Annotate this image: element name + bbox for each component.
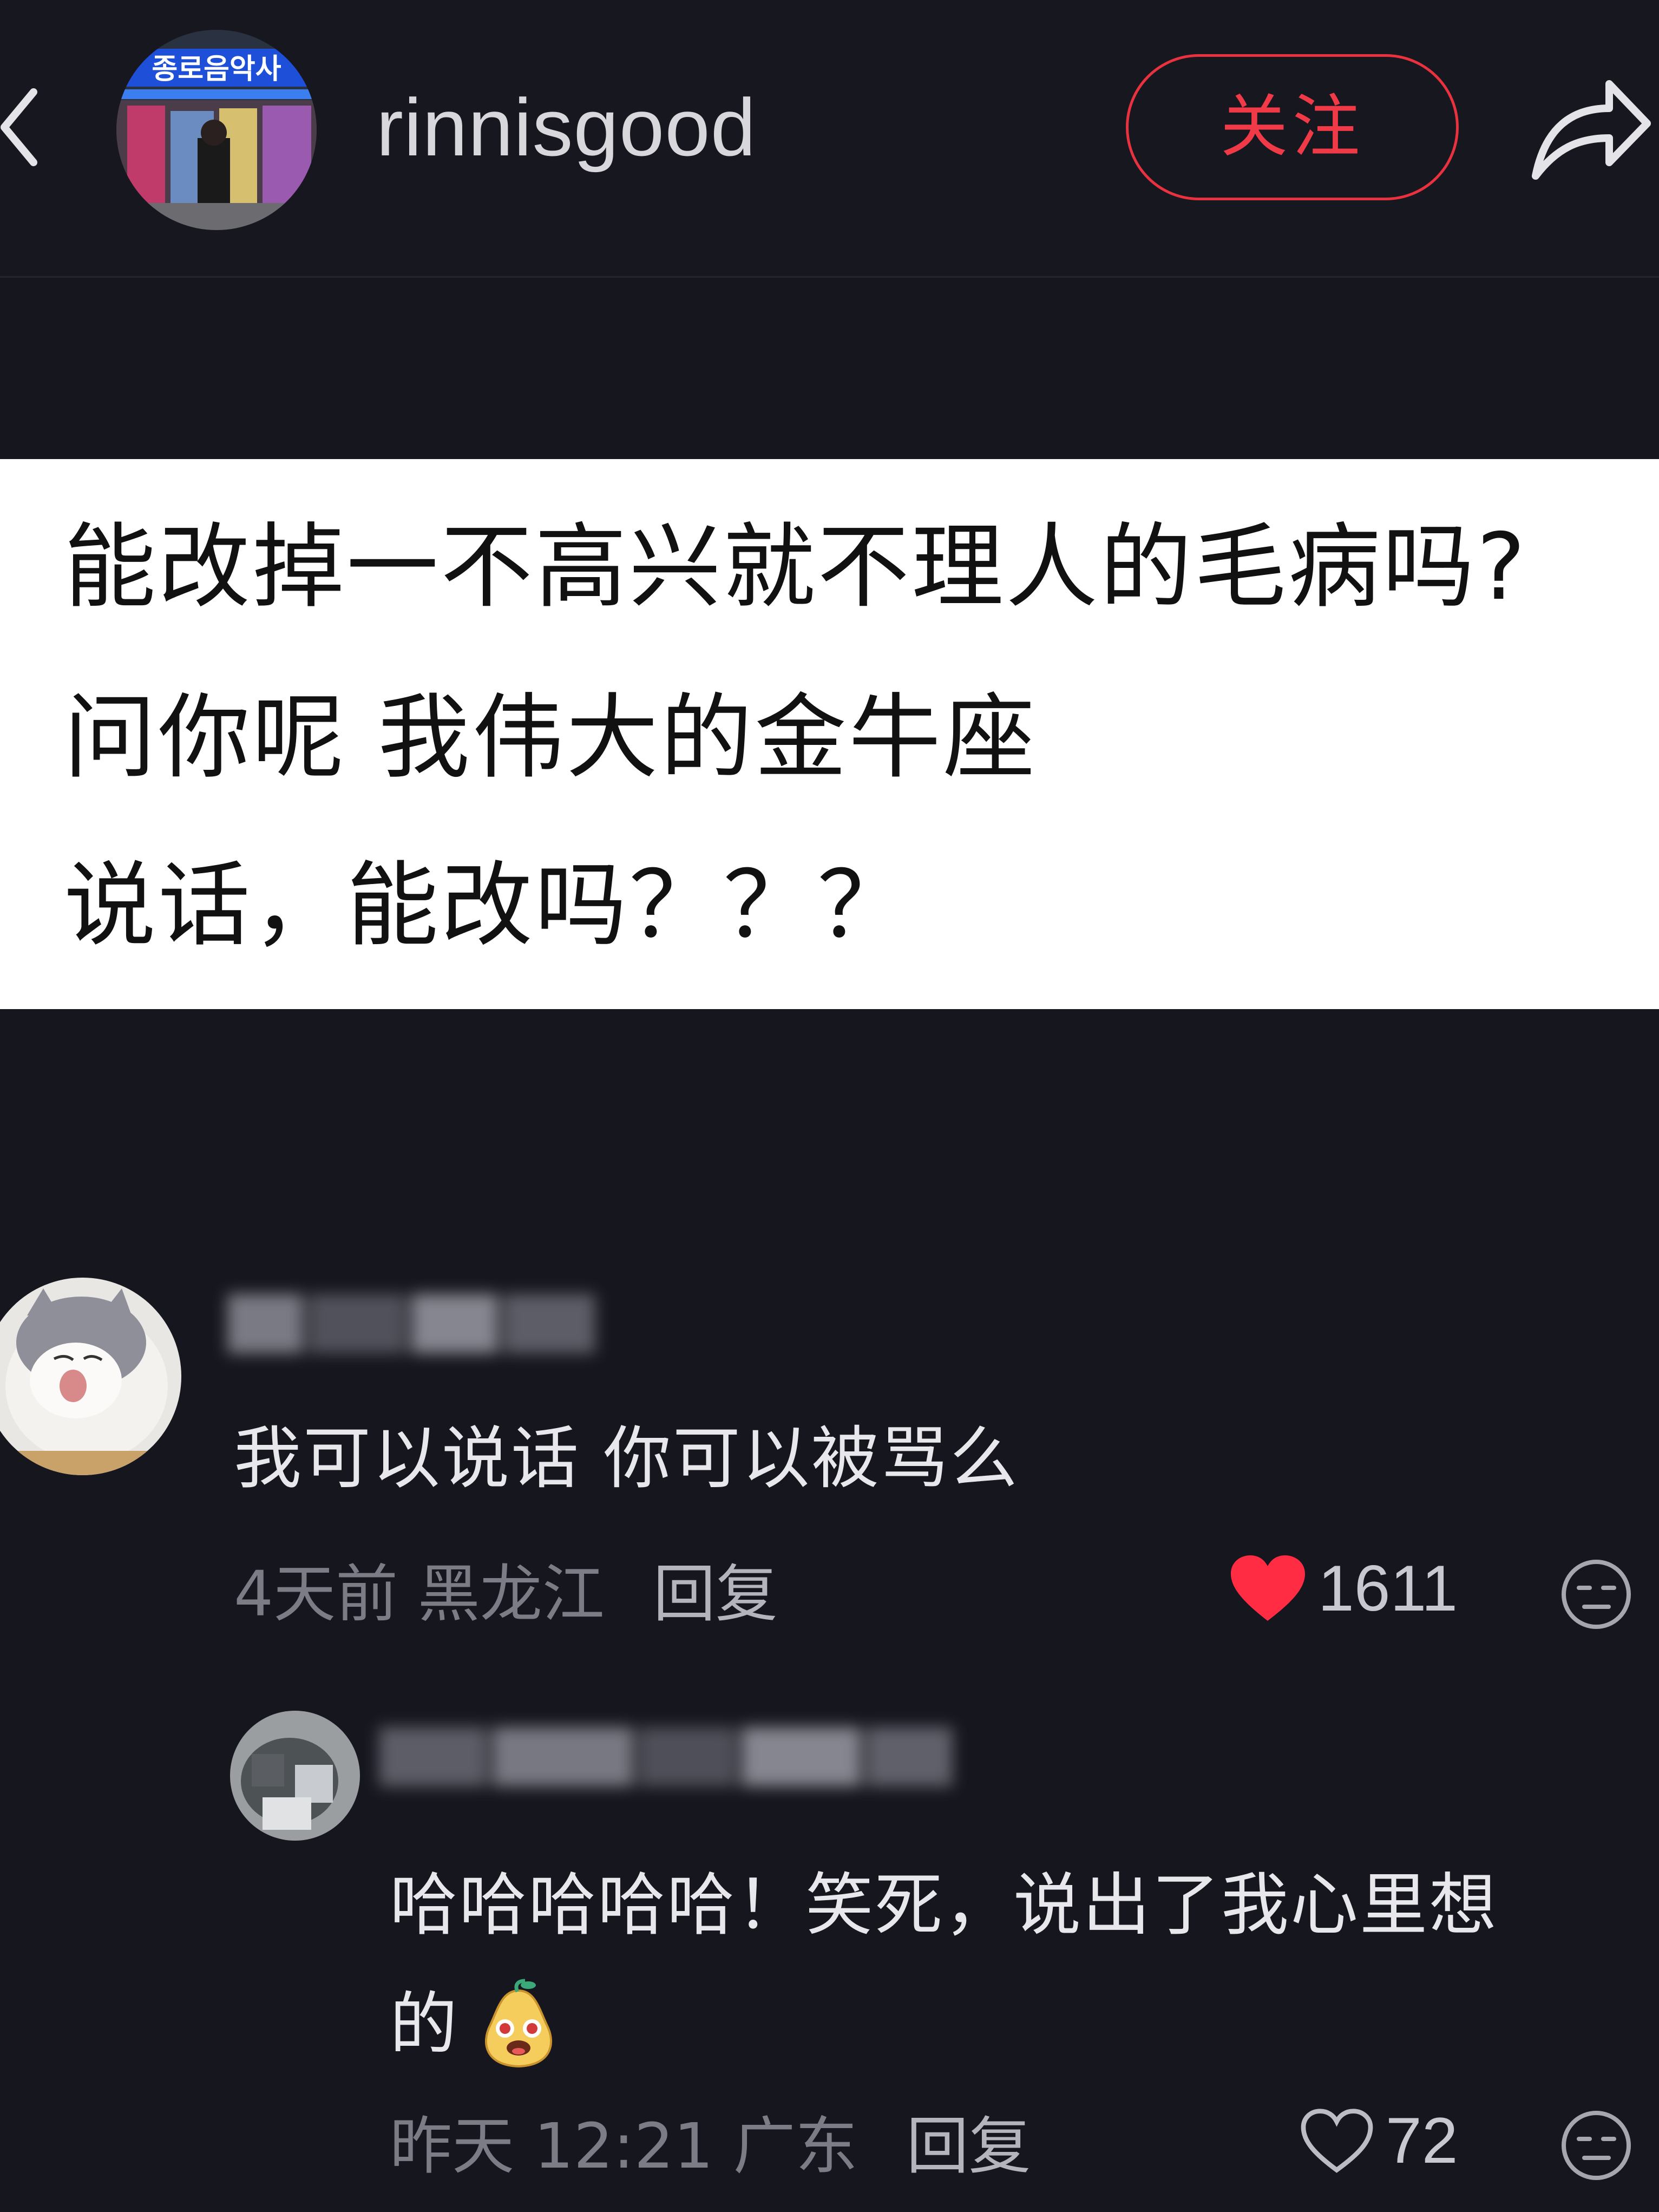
replier-name-blurred[interactable] (379, 1727, 963, 1786)
back-arrow-icon[interactable] (0, 81, 43, 173)
pear-face-emoji-icon (485, 1979, 552, 2068)
post-text-line: 能改掉一不高兴就不理人的毛病吗? (64, 514, 1528, 621)
post-text-line: 问你呢 我伟大的金牛座 (64, 684, 1038, 791)
post-image[interactable]: 能改掉一不高兴就不理人的毛病吗? 问你呢 我伟大的金牛座 说话，能改吗？？？ (0, 459, 1659, 1009)
author-avatar[interactable]: 종로음악사 (116, 30, 317, 230)
commenter-name-blurred[interactable] (227, 1294, 606, 1353)
reply-text-line: 的 (390, 1985, 459, 2064)
heart-filled-icon (1231, 1555, 1305, 1621)
heart-outline-icon (1301, 2108, 1373, 2173)
post-text-line: 说话，能改吗？？？ (64, 852, 912, 959)
reply-text: 哈哈哈哈哈！笑死，说出了我心里想 的 (390, 1846, 1645, 2084)
svg-text:종로음악사: 종로음악사 (152, 53, 281, 86)
dislike-face-icon[interactable] (1560, 1558, 1633, 1631)
replier-avatar[interactable] (230, 1711, 360, 1841)
reply-meta: 昨天 12:21 广东 回复 (390, 2106, 1031, 2187)
like-button[interactable]: 1611 (1229, 1551, 1458, 1626)
top-bar: 종로음악사 rinnisgood 关注 (0, 0, 1659, 278)
like-count: 72 (1386, 2104, 1458, 2177)
reply-time-location: 昨天 12:21 广东 (390, 2110, 858, 2183)
like-button[interactable]: 72 (1299, 2103, 1458, 2178)
author-username[interactable]: rinnisgood (376, 81, 756, 173)
follow-button[interactable]: 关注 (1126, 54, 1459, 200)
comment-text: 我可以说话 你可以被骂么 (234, 1419, 1019, 1498)
dislike-face-icon[interactable] (1560, 2109, 1633, 2182)
reply-text-line: 哈哈哈哈哈！笑死，说出了我心里想 (390, 1866, 1498, 1945)
comment-time-location: 4天前 黑龙江 (234, 1558, 605, 1631)
comment-meta: 4天前 黑龙江 回复 (234, 1554, 778, 1635)
reply-button[interactable]: 回复 (907, 2110, 1031, 2183)
like-count: 1611 (1318, 1552, 1458, 1625)
commenter-avatar[interactable] (0, 1278, 181, 1475)
share-icon[interactable] (1529, 70, 1654, 184)
reply-button[interactable]: 回复 (653, 1558, 778, 1631)
